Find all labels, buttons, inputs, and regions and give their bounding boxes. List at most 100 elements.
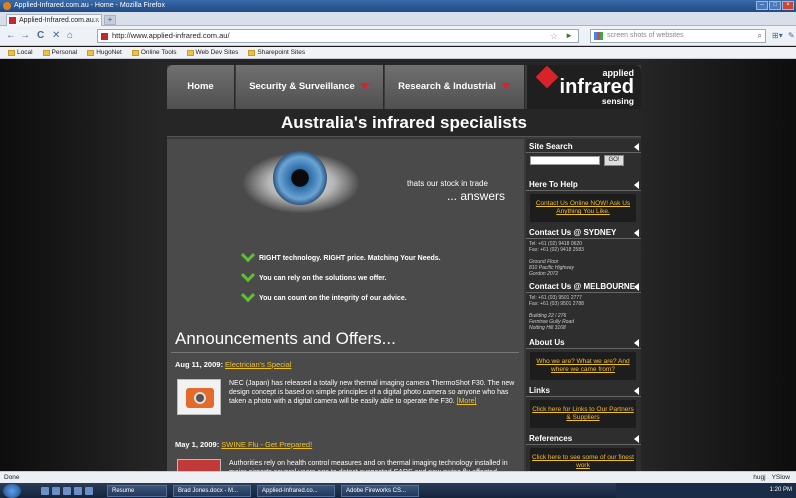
bookmark-star-icon[interactable]: ☆: [550, 30, 558, 42]
title-bar: Applied-Infrared.com.au - Home - Mozilla…: [0, 0, 796, 12]
folder-icon: [186, 49, 194, 56]
home-button[interactable]: ⌂: [67, 30, 73, 42]
search-box[interactable]: screen shots of websites ⌕: [590, 29, 766, 43]
logo-bottom-text: sensing: [601, 96, 634, 106]
folder-icon: [87, 49, 95, 56]
sydney-address-3: Gordon 2072: [529, 271, 559, 277]
tab-label: Applied-Infrared.com.au...: [19, 17, 100, 24]
nav-home[interactable]: Home: [167, 65, 235, 109]
taskbar-item[interactable]: Resume: [107, 484, 167, 497]
clock[interactable]: 1:20 PM: [770, 487, 792, 493]
nav-research-industrial[interactable]: Research & Industrial: [385, 65, 525, 109]
site-logo[interactable]: applied infrared sensing: [527, 65, 641, 109]
browser-window: Applied-Infrared.com.au - Home - Mozilla…: [0, 0, 796, 498]
divider: [171, 352, 519, 353]
site-header: Home Security & Surveillance Research & …: [167, 65, 641, 109]
dropdown-arrow-icon: [359, 83, 370, 90]
quick-launch-icon[interactable]: [74, 486, 82, 495]
tools-icon[interactable]: ✎: [788, 30, 795, 42]
tab-bar: Applied-Infrared.com.au... × +: [0, 12, 796, 26]
window-title: Applied-Infrared.com.au - Home - Mozilla…: [14, 2, 165, 9]
announcement-body: NEC (Japan) has released a totally new t…: [229, 380, 515, 405]
bookmark-hugonet[interactable]: HugoNet: [87, 47, 122, 58]
nav-research-label: Research & Industrial: [398, 81, 496, 92]
system-tray: 1:20 PM: [616, 483, 796, 498]
more-link[interactable]: [More]: [457, 398, 477, 405]
status-text: Done: [4, 474, 20, 481]
bookmarks-toolbar: Local Personal HugoNet Online Tools Web …: [0, 47, 796, 59]
taskbar-item[interactable]: Applied-Infrared.co...: [257, 484, 335, 497]
site-favicon: [9, 17, 16, 24]
contact-online-link[interactable]: Contact Us Online NOW! Ask Us Anything Y…: [530, 194, 636, 222]
tab-applied-infrared[interactable]: Applied-Infrared.com.au... ×: [6, 14, 102, 26]
bookmark-online-tools[interactable]: Online Tools: [131, 47, 177, 58]
nav-security-label: Security & Surveillance: [249, 81, 355, 92]
quick-launch-icon[interactable]: [41, 486, 49, 495]
site-tagline: Australia's infrared specialists: [167, 109, 641, 137]
search-icon[interactable]: ⌕: [758, 30, 762, 42]
announcement-title-link[interactable]: SWINE Flu - Get Prepared!: [221, 440, 312, 449]
logo-mark-icon: [535, 65, 559, 89]
references-link[interactable]: Click here to see some of our finest wor…: [530, 448, 636, 471]
page-menu-icon[interactable]: ⊞▾: [772, 30, 783, 42]
minimize-button[interactable]: –: [756, 1, 768, 10]
site-container: Home Security & Surveillance Research & …: [167, 65, 641, 471]
reload-button[interactable]: C: [37, 30, 44, 42]
iris-image: [273, 151, 327, 205]
taskbar-item[interactable]: Brad Jones.docx - M...: [173, 484, 251, 497]
about-us-link[interactable]: Who we are? What we are? And where we ca…: [530, 352, 636, 380]
melbourne-address-3: Notting Hill 3168: [529, 325, 566, 331]
close-button[interactable]: ×: [782, 1, 794, 10]
tab-close-icon[interactable]: ×: [95, 15, 99, 26]
hero-line-1: thats our stock in trade: [407, 179, 488, 188]
bookmark-local[interactable]: Local: [8, 47, 33, 58]
status-bar: Done hugj YSlow: [0, 471, 796, 483]
announcement-body: Authorities rely on health control measu…: [229, 460, 508, 471]
bookmark-sharepoint-sites[interactable]: Sharepoint Sites: [248, 47, 305, 58]
window-controls: – □ ×: [756, 1, 794, 10]
forward-button[interactable]: →: [20, 30, 30, 42]
url-bar[interactable]: http://www.applied-infrared.com.au/ ☆ ►: [97, 29, 579, 43]
back-button[interactable]: ←: [6, 30, 16, 42]
site-search-input[interactable]: [530, 156, 600, 165]
sidebar-heading-references: References: [526, 433, 641, 445]
taskbar-item[interactable]: Adobe Fireworks CS...: [341, 484, 419, 497]
sidebar-heading-about: About Us: [526, 337, 641, 349]
feature-item: You can count on the integrity of our ad…: [240, 288, 407, 303]
folder-icon: [131, 49, 139, 56]
checkmark-icon: [240, 248, 256, 263]
bookmark-web-dev-sites[interactable]: Web Dev Sites: [186, 47, 238, 58]
announcement-title-link[interactable]: Electrician's Special: [225, 360, 291, 369]
quick-launch-icon[interactable]: [85, 486, 93, 495]
bookmark-personal[interactable]: Personal: [42, 47, 77, 58]
checkmark-icon: [240, 288, 256, 303]
stop-button[interactable]: ✕: [52, 30, 60, 42]
nav-security-surveillance[interactable]: Security & Surveillance: [236, 65, 384, 109]
site-search-go-button[interactable]: GO!: [604, 155, 624, 166]
quick-launch-icon[interactable]: [52, 486, 60, 495]
search-input-text: screen shots of websites: [607, 32, 684, 39]
maximize-button[interactable]: □: [769, 1, 781, 10]
sydney-fax: Fax: +61 (02) 9418 2583: [529, 247, 584, 253]
partners-link[interactable]: Click here for Links to Our Partners & S…: [530, 400, 636, 428]
announcements-heading: Announcements and Offers...: [175, 329, 396, 348]
url-text: http://www.applied-infrared.com.au/: [112, 31, 230, 40]
folder-icon: [8, 49, 15, 56]
new-tab-button[interactable]: +: [104, 15, 116, 25]
site-favicon: [101, 33, 108, 40]
sidebar: Site Search GO! Here To Help Contact Us …: [526, 139, 641, 471]
quick-launch-icon[interactable]: [63, 486, 71, 495]
start-button[interactable]: [3, 483, 21, 498]
sidebar-heading-links: Links: [526, 385, 641, 397]
page-viewport: Home Security & Surveillance Research & …: [0, 59, 796, 471]
navigation-toolbar: ← → C ✕ ⌂ http://www.applied-infrared.co…: [0, 26, 796, 46]
go-icon[interactable]: ►: [565, 30, 573, 42]
folder-icon: [42, 49, 50, 56]
folder-icon: [248, 49, 256, 56]
yslow-addon[interactable]: YSlow: [772, 472, 790, 483]
sidebar-heading-melbourne: Contact Us @ MELBOURNE: [526, 281, 641, 293]
announcement-date: May 1, 2009: SWINE Flu - Get Prepared!: [175, 440, 313, 449]
feature-item: You can rely on the solutions we offer.: [240, 268, 386, 283]
announcement-date: Aug 11, 2009: Electrician's Special: [175, 360, 292, 369]
status-addon[interactable]: hugj: [753, 472, 765, 483]
